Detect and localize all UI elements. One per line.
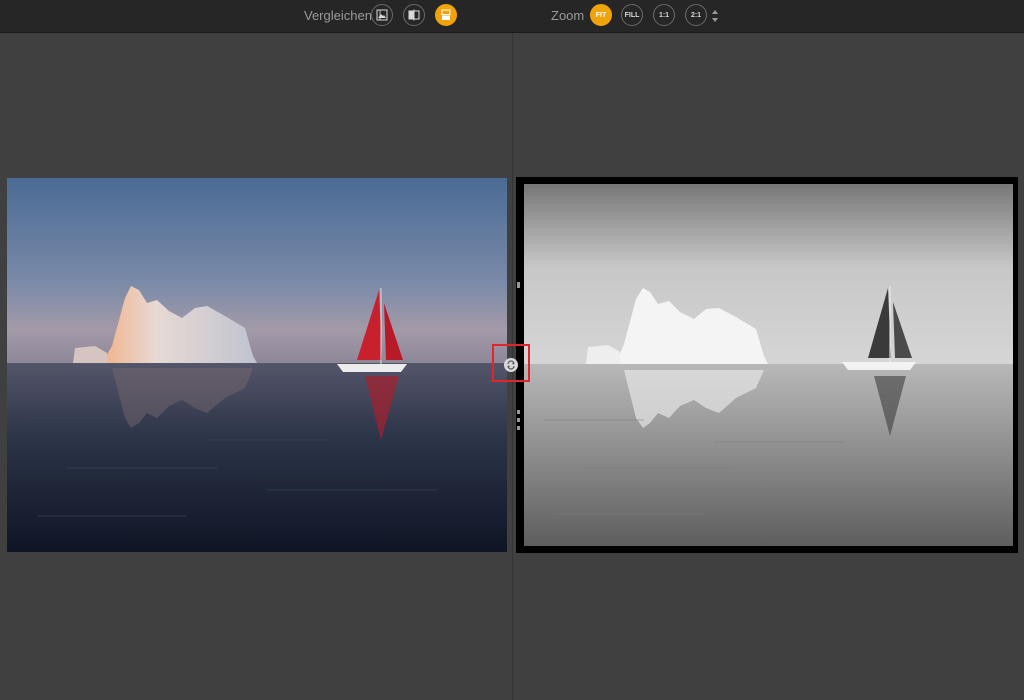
image-compare-icon bbox=[376, 9, 388, 21]
compare-side-by-side-button[interactable] bbox=[435, 4, 457, 26]
split-view-icon bbox=[408, 9, 420, 21]
swap-panels-button[interactable] bbox=[504, 358, 518, 372]
zoom-fit-button[interactable]: FIT bbox=[590, 4, 612, 26]
zoom-label: Zoom bbox=[551, 8, 585, 23]
film-mark bbox=[517, 426, 520, 430]
edited-photo bbox=[524, 184, 1013, 546]
swap-icon bbox=[507, 360, 515, 370]
film-mark bbox=[517, 418, 520, 422]
compare-split-button[interactable] bbox=[403, 4, 425, 26]
compare-label: Vergleichen bbox=[304, 8, 372, 23]
zoom-fill-button[interactable]: FILL bbox=[621, 4, 643, 26]
zoom-2-1-button[interactable]: 2:1 bbox=[685, 4, 707, 26]
film-mark bbox=[517, 282, 520, 288]
zoom-stepper[interactable] bbox=[711, 9, 719, 23]
compare-before-button[interactable] bbox=[371, 4, 393, 26]
up-down-arrows-icon bbox=[712, 10, 718, 22]
side-by-side-icon bbox=[441, 9, 451, 20]
top-toolbar: Vergleichen Zoom FIT FILL 1:1 2:1 bbox=[0, 0, 1024, 33]
film-mark bbox=[517, 410, 520, 414]
original-photo bbox=[7, 178, 507, 552]
zoom-1-1-button[interactable]: 1:1 bbox=[653, 4, 675, 26]
